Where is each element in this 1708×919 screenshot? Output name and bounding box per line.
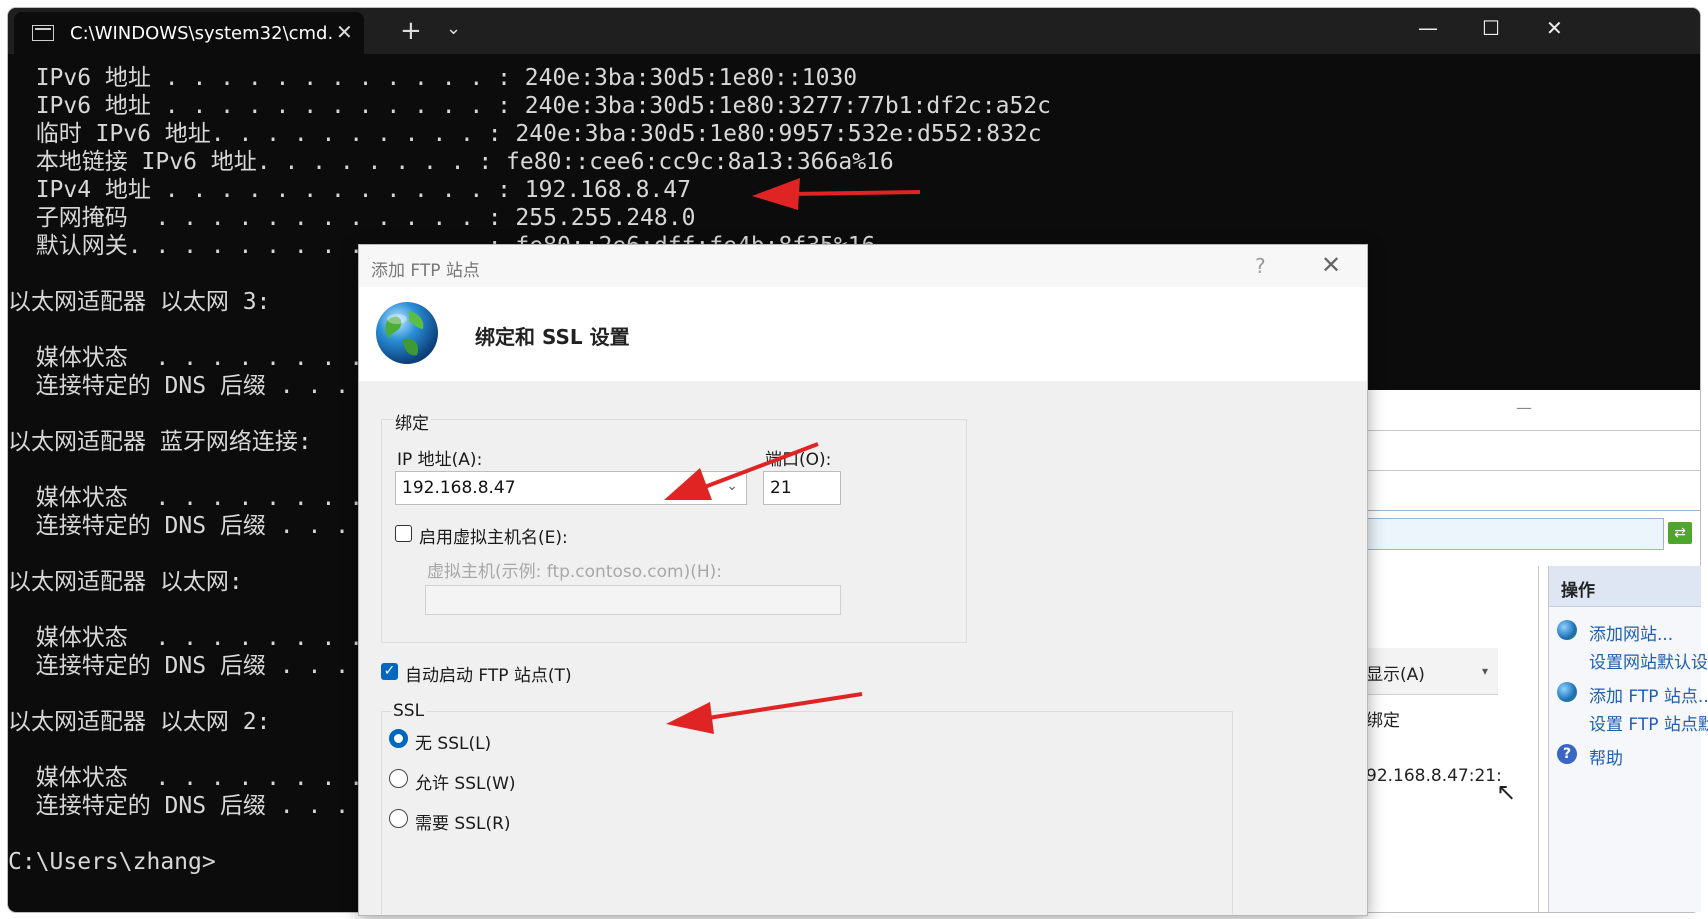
annotation-arrows xyxy=(664,178,921,734)
arrow-ip-select xyxy=(664,442,819,500)
arrow-autostart xyxy=(666,692,863,734)
arrow-ipv4 xyxy=(752,178,921,210)
